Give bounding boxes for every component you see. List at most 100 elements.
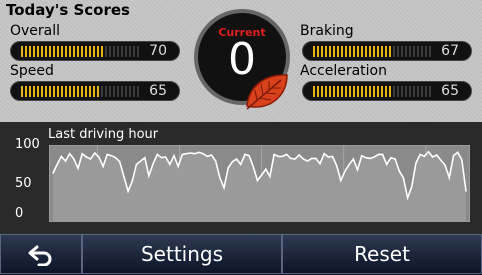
- score-point: [427, 151, 430, 153]
- score-point: [94, 152, 96, 154]
- braking-meter-fill: [313, 46, 393, 57]
- score-point: [294, 158, 296, 160]
- score-point: [127, 190, 129, 192]
- score-point: [144, 157, 146, 159]
- score-point: [361, 155, 363, 157]
- score-point: [256, 179, 259, 182]
- score-point: [165, 156, 167, 158]
- score-point: [260, 174, 263, 176]
- speed-meter-fill: [21, 86, 99, 97]
- driving-history-chart: [49, 145, 470, 222]
- score-point: [190, 152, 192, 154]
- score-point: [194, 153, 196, 155]
- score-point: [173, 155, 175, 157]
- chart-title: Last driving hour: [48, 127, 159, 142]
- score-point: [248, 155, 250, 157]
- score-point: [411, 185, 413, 188]
- score-point: [286, 153, 288, 155]
- settings-button[interactable]: Settings: [82, 234, 282, 274]
- score-point: [352, 158, 354, 160]
- score-point: [235, 158, 238, 160]
- score-point: [344, 170, 346, 172]
- score-point: [436, 154, 438, 156]
- score-point: [206, 155, 208, 157]
- score-point: [269, 175, 271, 178]
- score-point: [240, 163, 242, 165]
- score-point: [52, 172, 54, 174]
- score-point: [298, 154, 300, 156]
- back-button[interactable]: [0, 234, 82, 274]
- score-point: [85, 156, 87, 158]
- score-point: [319, 163, 321, 165]
- overall-meter-fill: [21, 46, 105, 57]
- score-point: [64, 160, 67, 162]
- score-point: [223, 187, 225, 189]
- score-point: [306, 160, 309, 162]
- score-point: [56, 163, 58, 165]
- score-point: [377, 153, 379, 155]
- score-point: [444, 164, 446, 166]
- score-point: [198, 151, 200, 153]
- score-point: [373, 156, 375, 158]
- score-point: [457, 151, 459, 153]
- score-point: [461, 159, 463, 161]
- overall-label: Overall: [10, 23, 61, 39]
- score-point: [156, 153, 158, 155]
- score-point: [231, 161, 233, 163]
- score-point: [423, 155, 425, 157]
- score-point: [181, 153, 183, 155]
- score-point: [340, 179, 342, 182]
- score-point: [252, 165, 254, 168]
- reset-button[interactable]: Reset: [282, 234, 482, 274]
- score-point: [160, 157, 163, 159]
- score-point: [369, 157, 371, 159]
- y-tick-50: 50: [15, 176, 32, 191]
- score-point: [315, 157, 317, 159]
- score-point: [394, 158, 396, 160]
- score-point: [169, 163, 171, 165]
- score-point: [148, 175, 150, 177]
- score-point: [440, 159, 442, 161]
- score-point: [406, 197, 409, 199]
- page-title: Today's Scores: [6, 1, 130, 19]
- score-point: [60, 155, 62, 157]
- score-point: [77, 167, 79, 170]
- score-point: [365, 157, 367, 159]
- score-point: [185, 153, 188, 155]
- score-point: [277, 155, 279, 157]
- score-point: [131, 180, 133, 182]
- speed-value: 65: [149, 83, 167, 99]
- score-point: [114, 157, 117, 159]
- score-point: [402, 177, 405, 179]
- score-point: [452, 155, 455, 157]
- overall-meter: 70: [10, 41, 180, 61]
- acceleration-meter: 65: [302, 81, 472, 101]
- braking-value: 67: [441, 43, 459, 59]
- score-point: [265, 168, 267, 170]
- acceleration-value: 65: [441, 83, 459, 99]
- back-arrow-icon: [28, 245, 52, 266]
- score-point: [110, 155, 113, 157]
- score-point: [69, 153, 71, 155]
- score-point: [123, 175, 125, 178]
- score-point: [210, 154, 213, 156]
- score-point: [327, 156, 329, 158]
- score-point: [398, 170, 400, 172]
- score-point: [331, 155, 334, 157]
- leaf-icon: [246, 74, 288, 110]
- score-point: [89, 158, 92, 160]
- score-point: [140, 160, 142, 162]
- braking-label: Braking: [300, 23, 354, 39]
- score-point: [102, 165, 104, 168]
- score-point: [386, 163, 388, 165]
- score-point: [219, 177, 221, 179]
- score-point: [302, 158, 304, 160]
- score-point: [348, 163, 350, 165]
- score-point: [281, 155, 284, 157]
- score-point: [135, 163, 138, 165]
- y-tick-0: 0: [15, 206, 24, 221]
- overall-value: 70: [149, 43, 167, 59]
- speed-meter: 65: [10, 81, 180, 101]
- score-point: [119, 161, 121, 163]
- score-point: [465, 190, 467, 192]
